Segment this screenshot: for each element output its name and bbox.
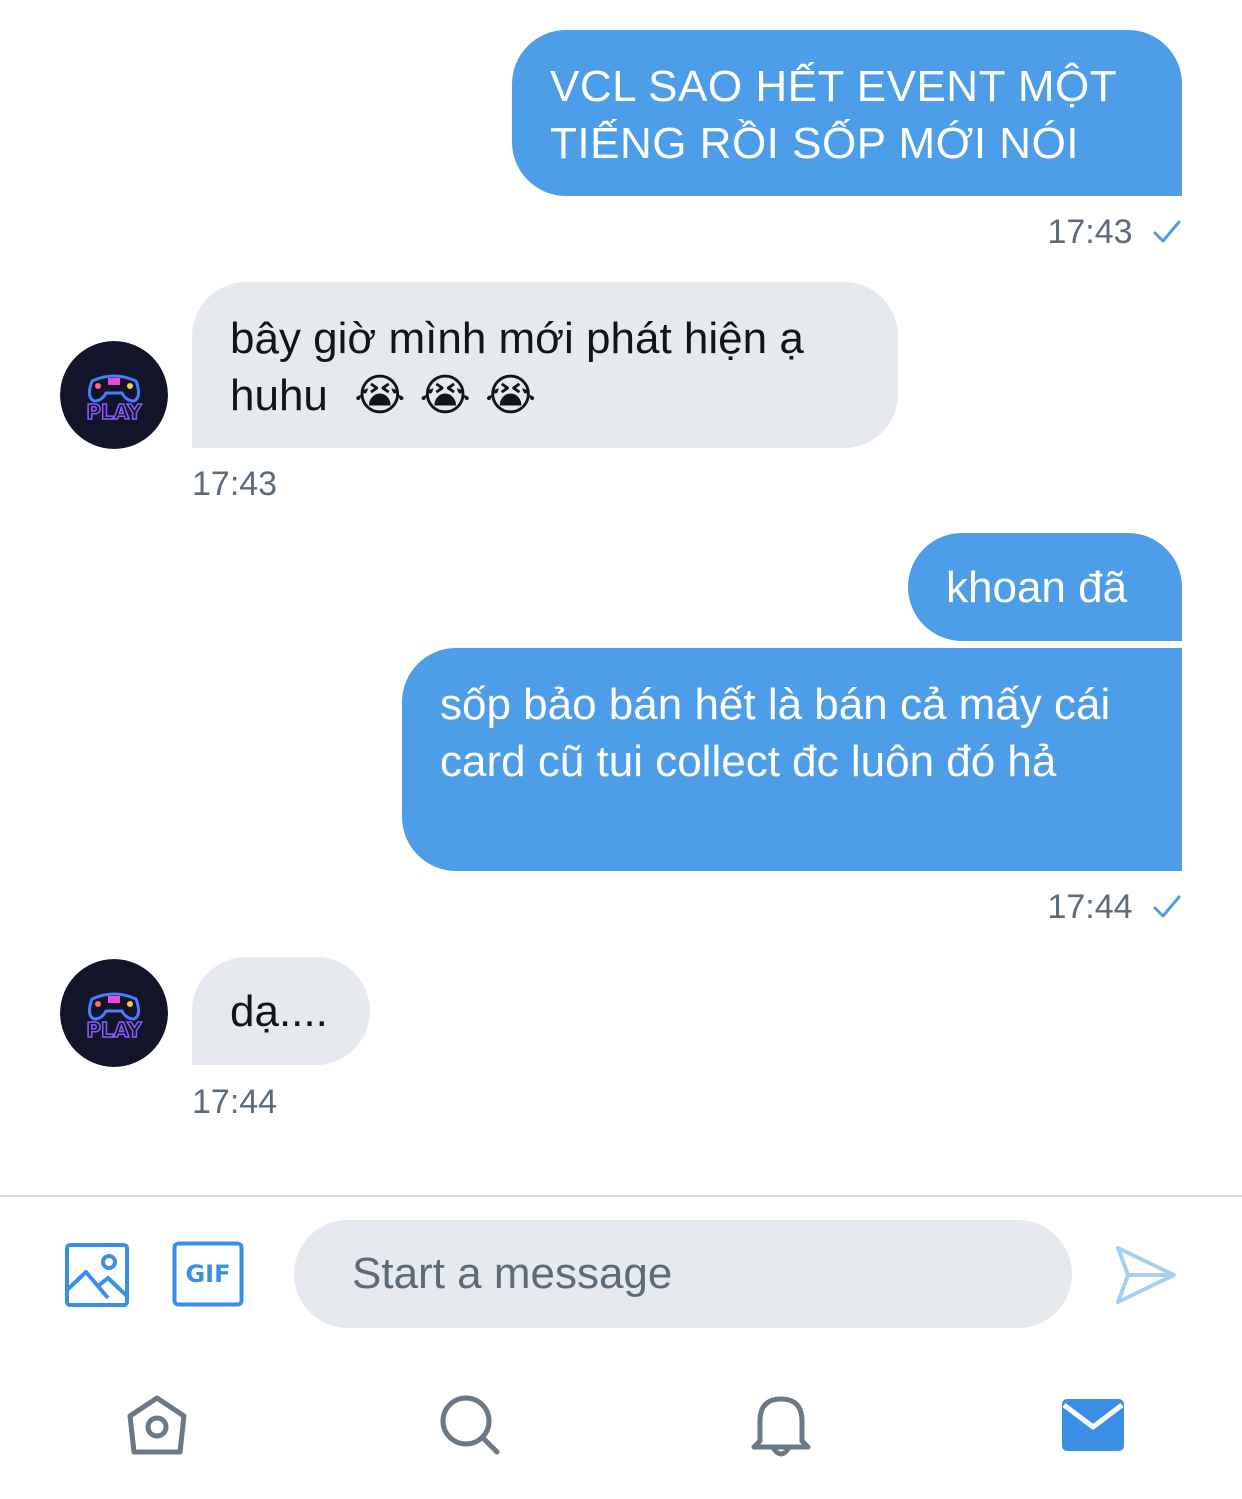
loudly-crying-face-icon: 😭 😭 😭 <box>354 370 537 421</box>
home-icon <box>127 1395 187 1455</box>
message-timestamp: 17:44 <box>1047 887 1182 929</box>
message-input[interactable] <box>350 1248 1034 1300</box>
dm-conversation-screen: VCL SAO HẾT EVENT MỘT TIẾNG RỒI SỐP MỚI … <box>0 0 1242 1499</box>
timestamp-text: 17:43 <box>192 465 278 503</box>
read-check-icon <box>1152 889 1182 929</box>
composer-divider <box>0 1195 1242 1197</box>
message-text: sốp bảo bán hết là bán cả mấy cái card c… <box>440 680 1111 786</box>
message-timestamp: 17:43 <box>1047 212 1182 254</box>
gif-label: GIF <box>185 1260 231 1288</box>
tab-messages[interactable] <box>1053 1385 1133 1465</box>
envelope-icon <box>1062 1399 1124 1451</box>
read-check-icon <box>1152 214 1182 254</box>
incoming-message-bubble[interactable]: bây giờ mình mới phát hiện ạ huhu 😭 😭 😭 <box>192 282 898 448</box>
message-timestamp: 17:43 <box>192 464 277 504</box>
send-button[interactable] <box>1110 1240 1180 1310</box>
incoming-message-bubble[interactable]: dạ.... <box>192 957 370 1065</box>
timestamp-text: 17:44 <box>1047 888 1133 926</box>
message-text: huhu <box>230 371 328 420</box>
message-text-line: huhu 😭 😭 😭 <box>230 367 860 424</box>
send-icon <box>1116 1246 1176 1304</box>
avatar-logo-text: PLAY <box>86 1018 142 1042</box>
avatar[interactable]: PLAY <box>60 341 168 449</box>
outgoing-message-bubble[interactable]: VCL SAO HẾT EVENT MỘT TIẾNG RỒI SỐP MỚI … <box>512 30 1182 196</box>
image-icon <box>65 1243 129 1307</box>
message-text: bây giờ mình mới phát hiện ạ <box>230 314 804 363</box>
avatar[interactable]: PLAY <box>60 959 168 1067</box>
message-text: dạ.... <box>230 987 328 1036</box>
message-text: VCL SAO HẾT EVENT MỘT TIẾNG RỒI SỐP MỚI … <box>550 62 1117 168</box>
message-timestamp: 17:44 <box>192 1082 277 1122</box>
timestamp-text: 17:44 <box>192 1083 278 1121</box>
message-input-container[interactable] <box>294 1220 1072 1328</box>
avatar-logo-text: PLAY <box>86 400 142 424</box>
tab-notifications[interactable] <box>741 1385 821 1465</box>
bell-icon <box>751 1396 811 1457</box>
search-icon <box>440 1395 500 1455</box>
timestamp-text: 17:43 <box>1047 213 1133 251</box>
add-photo-button[interactable] <box>62 1240 132 1310</box>
outgoing-message-bubble[interactable]: khoan đã <box>908 533 1182 641</box>
tab-search[interactable] <box>430 1385 510 1465</box>
add-gif-button[interactable]: GIF <box>172 1241 244 1307</box>
outgoing-message-bubble[interactable]: sốp bảo bán hết là bán cả mấy cái card c… <box>402 648 1182 871</box>
tab-home[interactable] <box>117 1385 197 1465</box>
message-text: khoan đã <box>946 563 1128 612</box>
